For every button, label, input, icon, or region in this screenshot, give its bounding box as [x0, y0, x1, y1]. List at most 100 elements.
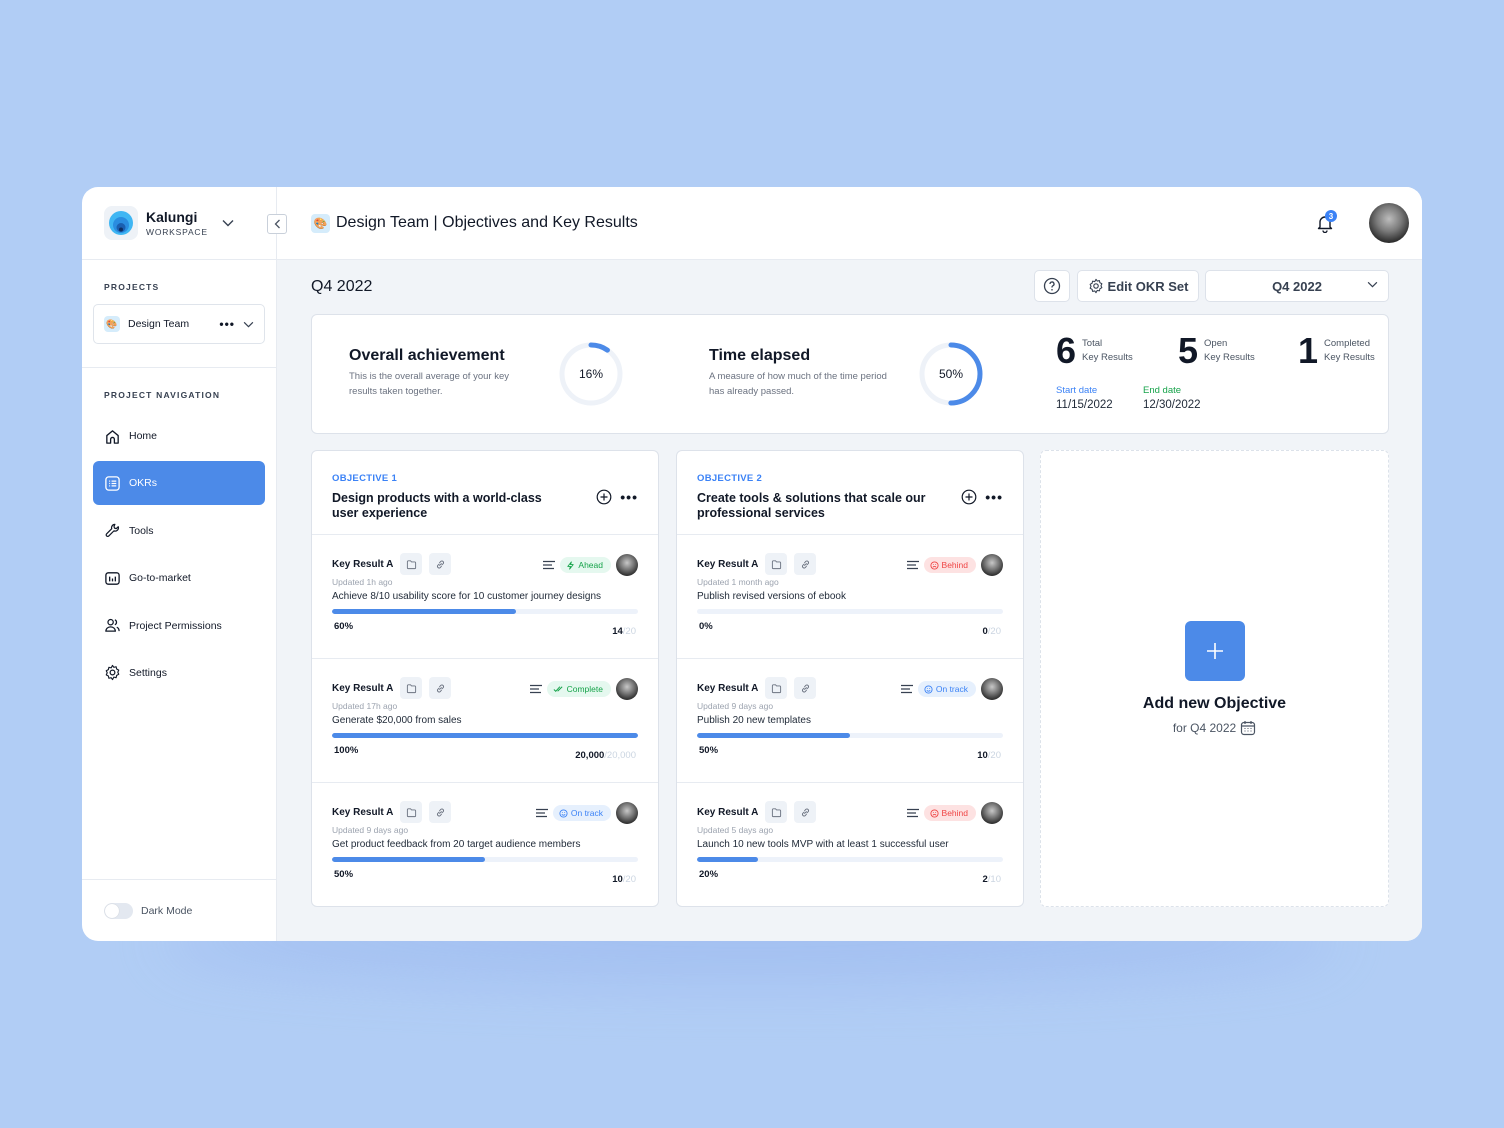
add-objective-card[interactable]: Add new Objective for Q4 2022	[1040, 450, 1389, 907]
sidebar-item-label: OKRs	[129, 477, 158, 490]
summary-card: Overall achievement This is the overall …	[311, 314, 1389, 434]
details-icon[interactable]	[529, 684, 542, 694]
smile-icon	[924, 684, 933, 694]
attachment-button[interactable]	[400, 553, 423, 575]
add-key-result-icon[interactable]	[596, 489, 612, 505]
objective-tag: OBJECTIVE 1	[332, 473, 398, 484]
edit-okr-set-button[interactable]: Edit OKR Set	[1077, 270, 1199, 302]
link-button[interactable]	[794, 801, 817, 823]
workspace-logo	[104, 206, 138, 240]
users-icon	[105, 618, 120, 632]
projects-section: PROJECTS 🎨 Design Team •••	[82, 260, 276, 368]
end-date: End date 12/30/2022	[1143, 385, 1201, 411]
palette-icon: 🎨	[104, 316, 120, 332]
attachment-button[interactable]	[765, 553, 788, 575]
stat-label: Key Results	[1324, 352, 1375, 363]
smile-icon	[559, 808, 568, 818]
add-key-result-icon[interactable]	[961, 489, 977, 505]
details-icon[interactable]	[906, 808, 919, 818]
key-result-description: Publish 20 new templates	[697, 715, 811, 726]
achievement-ring: 16%	[558, 341, 624, 407]
status-badge: On track	[552, 805, 611, 821]
owner-avatar[interactable]	[981, 802, 1003, 824]
progress-percent: 0%	[699, 621, 713, 632]
key-result: Key Result A On track Updated 9 days ago…	[312, 783, 658, 907]
attachment-button[interactable]	[400, 801, 423, 823]
navigation-label: PROJECT NAVIGATION	[104, 390, 221, 400]
help-button[interactable]	[1034, 270, 1070, 302]
dark-mode-toggle[interactable]	[104, 902, 133, 919]
folder-icon	[771, 683, 781, 693]
main-content: 🎨 Design Team | Objectives and Key Resul…	[267, 187, 1422, 941]
key-result: Key Result A Behind Updated 5 days ago L…	[677, 783, 1023, 907]
status-badge: Complete	[546, 681, 611, 697]
owner-avatar[interactable]	[616, 678, 638, 700]
link-icon	[801, 684, 809, 692]
more-icon[interactable]: •••	[620, 490, 638, 504]
overall-achievement: Overall achievement This is the overall …	[349, 347, 539, 399]
sidebar-item-label: Tools	[129, 524, 154, 537]
link-button[interactable]	[429, 801, 452, 823]
link-button[interactable]	[429, 553, 452, 575]
progress-percent: 20%	[699, 869, 719, 880]
details-icon[interactable]	[906, 560, 919, 570]
owner-avatar[interactable]	[616, 802, 638, 824]
status-label: On track	[570, 808, 603, 818]
progress-bar	[332, 857, 638, 862]
objective-tag: OBJECTIVE 2	[697, 473, 763, 484]
end-date-label: End date	[1143, 385, 1182, 396]
details-icon[interactable]	[535, 808, 548, 818]
key-result-updated: Updated 5 days ago	[697, 825, 774, 835]
dark-mode-label: Dark Mode	[141, 904, 193, 917]
more-icon[interactable]: •••	[219, 317, 235, 331]
notifications-button[interactable]: 3	[1316, 210, 1337, 238]
attachment-button[interactable]	[765, 677, 788, 699]
chevron-down-icon[interactable]	[222, 219, 234, 227]
user-avatar[interactable]	[1369, 203, 1409, 243]
sad-icon	[929, 560, 939, 570]
attachment-button[interactable]	[765, 801, 788, 823]
dark-mode-row: Dark Mode	[82, 879, 276, 941]
sidebar-item-tools[interactable]: Tools	[93, 509, 265, 553]
owner-avatar[interactable]	[616, 554, 638, 576]
more-icon[interactable]: •••	[985, 490, 1003, 504]
status-label: Complete	[566, 684, 603, 694]
sidebar-item-label: Settings	[129, 666, 167, 679]
owner-avatar[interactable]	[981, 678, 1003, 700]
workspace-switcher[interactable]: Kalungi WORKSPACE	[82, 187, 276, 260]
add-objective-button[interactable]	[1184, 621, 1245, 681]
workspace-subtitle: WORKSPACE	[146, 227, 208, 237]
sidebar-item-settings[interactable]: Settings	[93, 651, 265, 695]
app-window: Kalungi WORKSPACE PROJECTS 🎨 Design Team…	[82, 187, 1422, 941]
sad-icon	[929, 808, 939, 818]
key-result-description: Launch 10 new tools MVP with at least 1 …	[697, 839, 949, 850]
progress-bar-fill	[332, 857, 485, 862]
progress-percent: 100%	[334, 745, 359, 756]
key-result-description: Achieve 8/10 usability score for 10 cust…	[332, 591, 602, 602]
details-icon[interactable]	[543, 560, 556, 570]
target-value: /20	[987, 750, 1001, 761]
sidebar-item-project-permissions[interactable]: Project Permissions	[93, 604, 265, 648]
progress-percent: 50%	[334, 869, 354, 880]
sidebar-item-okrs[interactable]: OKRs	[93, 461, 265, 506]
project-select[interactable]: 🎨 Design Team •••	[93, 304, 265, 344]
chevron-down-icon[interactable]	[243, 321, 254, 328]
period-select-value: Q4 2022	[1272, 278, 1322, 294]
collapse-sidebar-button[interactable]	[267, 214, 287, 234]
attachment-button[interactable]	[400, 677, 423, 699]
sidebar-item-go-to-market[interactable]: Go-to-market	[93, 556, 265, 600]
folder-icon	[406, 807, 416, 817]
notification-badge: 3	[1325, 210, 1337, 222]
period-select[interactable]: Q4 2022	[1205, 270, 1389, 302]
calendar-icon	[1241, 721, 1256, 736]
key-result-name: Key Result A	[697, 682, 759, 694]
owner-avatar[interactable]	[981, 554, 1003, 576]
link-button[interactable]	[794, 677, 817, 699]
link-button[interactable]	[429, 677, 452, 699]
sidebar-item-home[interactable]: Home	[93, 414, 265, 458]
link-icon	[436, 560, 444, 568]
home-icon	[106, 429, 119, 444]
details-icon[interactable]	[900, 684, 913, 694]
status-label: Behind	[941, 560, 968, 570]
link-button[interactable]	[794, 553, 817, 575]
